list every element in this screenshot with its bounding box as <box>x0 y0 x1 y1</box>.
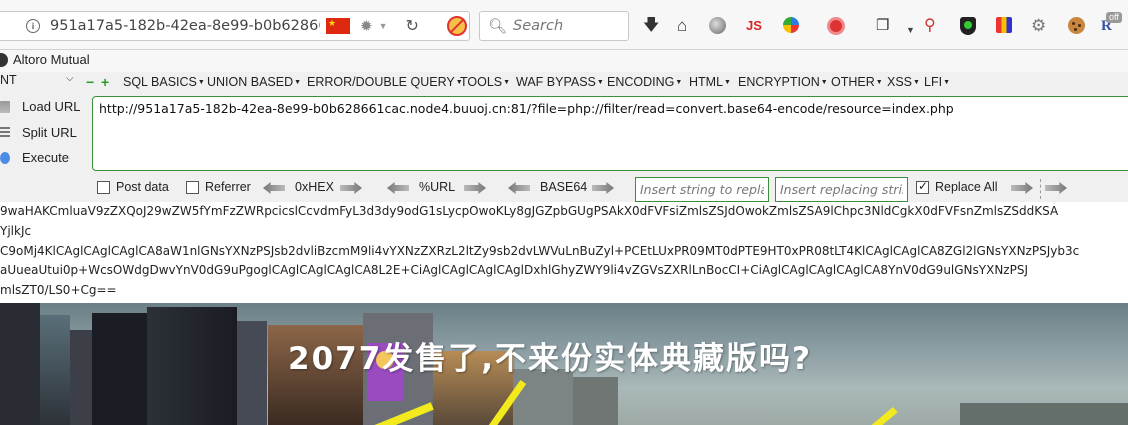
sql-version-select[interactable]: NT ⌵ <box>0 73 80 91</box>
output-line: aUueaUtui0p+WcsOWdgDwvYnV0dG9uPgoglCAglC… <box>0 263 1028 278</box>
post-data-checkbox[interactable] <box>97 181 110 194</box>
hex-decode-arrow-icon[interactable] <box>263 182 285 194</box>
ublock-icon[interactable] <box>827 17 845 35</box>
block-icon[interactable] <box>447 16 467 36</box>
replace-string-input[interactable] <box>635 177 769 202</box>
gear-icon[interactable]: ⚙ <box>1031 17 1046 35</box>
menu-html[interactable]: HTML▼ <box>689 75 731 89</box>
execute-icon <box>0 151 10 164</box>
split-url-label: Split URL <box>22 125 77 140</box>
output-line: C9oMj4KlCAglCAglCAglCA8aW1nlGNsYXNzPSJsb… <box>0 243 1080 258</box>
split-url-icon <box>0 126 10 139</box>
hackbar-icon[interactable]: ❐ <box>876 17 889 35</box>
replace-all-label[interactable]: Replace All <box>935 180 998 194</box>
globe-icon[interactable] <box>709 17 726 34</box>
chevron-down-icon[interactable]: ▼ <box>379 21 388 31</box>
load-url-icon <box>0 100 10 113</box>
chevron-down-icon: ⌵ <box>66 73 74 84</box>
replace-all-checkbox[interactable] <box>916 179 929 194</box>
bookmark-altoro-mutual[interactable]: Altoro Mutual <box>0 52 90 67</box>
address-bar[interactable]: i 951a17a5-182b-42ea-8e99-b0b628661ca ✹ … <box>0 11 470 41</box>
search-box[interactable]: 🔍︎ <box>479 11 629 41</box>
execute-label: Execute <box>22 150 69 165</box>
menu-lfi[interactable]: LFI▼ <box>924 75 950 89</box>
plus-icon[interactable]: + <box>101 75 109 89</box>
base64-decode-arrow-icon[interactable] <box>508 182 530 194</box>
hackbar-panel: NT ⌵ − + SQL BASICS▼ UNION BASED▼ ERROR/… <box>0 72 1128 202</box>
javascript-icon[interactable]: JS <box>746 17 762 35</box>
base64-label: BASE64 <box>540 180 588 194</box>
settings-cog-icon[interactable]: ✹ <box>360 17 373 35</box>
address-bar-url[interactable]: 951a17a5-182b-42ea-8e99-b0b628661ca <box>50 18 320 34</box>
divider <box>1040 179 1041 199</box>
output-line: YjlkJc <box>0 223 32 238</box>
url-encoding-label: %URL <box>419 180 456 194</box>
url-encode-arrow-icon[interactable] <box>464 182 486 194</box>
hero-banner: 2077发售了,不来份实体典藏版吗? <box>0 303 1128 425</box>
home-icon[interactable]: ⌂ <box>677 17 687 35</box>
base64-encode-arrow-icon[interactable] <box>592 182 614 194</box>
hackbar-url-textarea[interactable]: http://951a17a5-182b-42ea-8e99-b0b628661… <box>92 96 1128 171</box>
browser-toolbar: i 951a17a5-182b-42ea-8e99-b0b628661ca ✹ … <box>0 0 1128 50</box>
load-url-label: Load URL <box>22 99 81 114</box>
replace-back-arrow-icon[interactable] <box>1045 182 1067 194</box>
web-developer-icon[interactable] <box>783 17 799 33</box>
menu-sql-basics[interactable]: SQL BASICS▼ <box>123 75 205 89</box>
info-icon[interactable]: i <box>26 19 40 33</box>
extension-icon[interactable] <box>996 17 1012 33</box>
menu-other[interactable]: OTHER▼ <box>831 75 883 89</box>
menu-error-double-query[interactable]: ERROR/DOUBLE QUERY▼ <box>307 75 463 89</box>
inspect-icon[interactable]: ⚲ <box>924 17 936 35</box>
reload-icon[interactable]: ↻ <box>406 16 419 36</box>
banner-title: 2077发售了,不来份实体典藏版吗? <box>288 341 813 377</box>
menu-union-based[interactable]: UNION BASED▼ <box>207 75 301 89</box>
menu-waf-bypass[interactable]: WAF BYPASS▼ <box>516 75 604 89</box>
menu-xss[interactable]: XSS▼ <box>887 75 920 89</box>
referrer-checkbox[interactable] <box>186 181 199 194</box>
hex-label: 0xHEX <box>295 180 334 194</box>
china-flag-icon <box>326 18 350 34</box>
referrer-label[interactable]: Referrer <box>205 180 251 194</box>
bookmark-icon <box>0 52 8 67</box>
hex-encode-arrow-icon[interactable] <box>340 182 362 194</box>
cookie-icon[interactable] <box>1068 17 1085 34</box>
output-line: 9waHAKCmluaV9zZXQoJ29wZW5fYmFzZWRpcicslC… <box>0 204 1059 218</box>
split-url-button[interactable]: Split URL <box>0 125 77 140</box>
sql-version-select-value: NT <box>0 73 17 87</box>
replace-arrow-icon[interactable] <box>1011 182 1033 194</box>
load-url-button[interactable]: Load URL <box>0 99 81 114</box>
chevron-down-icon[interactable]: ▼ <box>906 21 915 39</box>
menu-encoding[interactable]: ENCODING▼ <box>607 75 682 89</box>
page-output: 9waHAKCmluaV9zZXQoJ29wZW5fYmFzZWRpcicslC… <box>0 202 1128 303</box>
minus-icon[interactable]: − <box>86 75 94 89</box>
search-input[interactable] <box>513 18 624 34</box>
execute-button[interactable]: Execute <box>0 150 69 165</box>
bookmark-label: Altoro Mutual <box>13 52 90 67</box>
hackbar-options-row: Post data Referrer 0xHEX %URL BASE64 Rep… <box>0 176 1128 202</box>
menu-tools[interactable]: TOOLS▼ <box>460 75 510 89</box>
post-data-label[interactable]: Post data <box>116 180 169 194</box>
download-icon[interactable]: 🡇 <box>643 17 659 35</box>
output-line: mlsZT0/LS0+Cg== <box>0 283 117 298</box>
bookmarks-bar: Altoro Mutual <box>0 50 1128 72</box>
url-decode-arrow-icon[interactable] <box>387 182 409 194</box>
replacing-string-input[interactable] <box>775 177 908 202</box>
shield-icon[interactable] <box>960 17 976 35</box>
menu-encryption[interactable]: ENCRYPTION▼ <box>738 75 828 89</box>
search-icon: 🔍︎ <box>488 18 508 35</box>
noscript-off-badge: off <box>1106 12 1122 23</box>
